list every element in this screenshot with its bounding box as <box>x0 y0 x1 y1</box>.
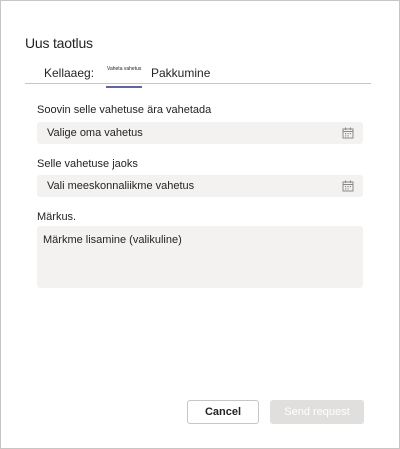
own-shift-value: Valige oma vahetus <box>47 127 143 139</box>
send-request-button[interactable]: Send request <box>270 400 364 424</box>
selected-tab-indicator <box>106 86 143 88</box>
dialog-title: Uus taotlus <box>25 35 93 51</box>
teammate-shift-label: Selle vahetuse jaoks <box>37 158 138 170</box>
tab-time-off[interactable]: Kellaaeg: <box>44 63 94 83</box>
own-shift-label: Soovin selle vahetuse ära vahetada <box>37 104 212 116</box>
teammate-shift-picker[interactable]: Vali meeskonnaliikme vahetus <box>37 175 363 197</box>
calendar-icon <box>342 180 354 192</box>
note-label: Märkus. <box>37 211 77 223</box>
note-input[interactable] <box>37 226 363 288</box>
tab-swap-shift[interactable]: Vahetа vahetus <box>104 62 144 88</box>
calendar-icon <box>342 127 354 139</box>
teammate-shift-value: Vali meeskonnaliikme vahetus <box>47 180 195 192</box>
cancel-button[interactable]: Cancel <box>187 400 259 424</box>
new-request-dialog: Uus taotlus Kellaaeg: Vahetа vahetus Pak… <box>0 0 400 449</box>
request-type-tabs: Kellaaeg: Vahetа vahetus Pakkumine <box>25 62 371 88</box>
own-shift-picker[interactable]: Valige oma vahetus <box>37 122 363 144</box>
tab-offer-shift[interactable]: Pakkumine <box>151 63 210 83</box>
tab-swap-shift-label: Vahetа vahetus <box>107 66 142 72</box>
